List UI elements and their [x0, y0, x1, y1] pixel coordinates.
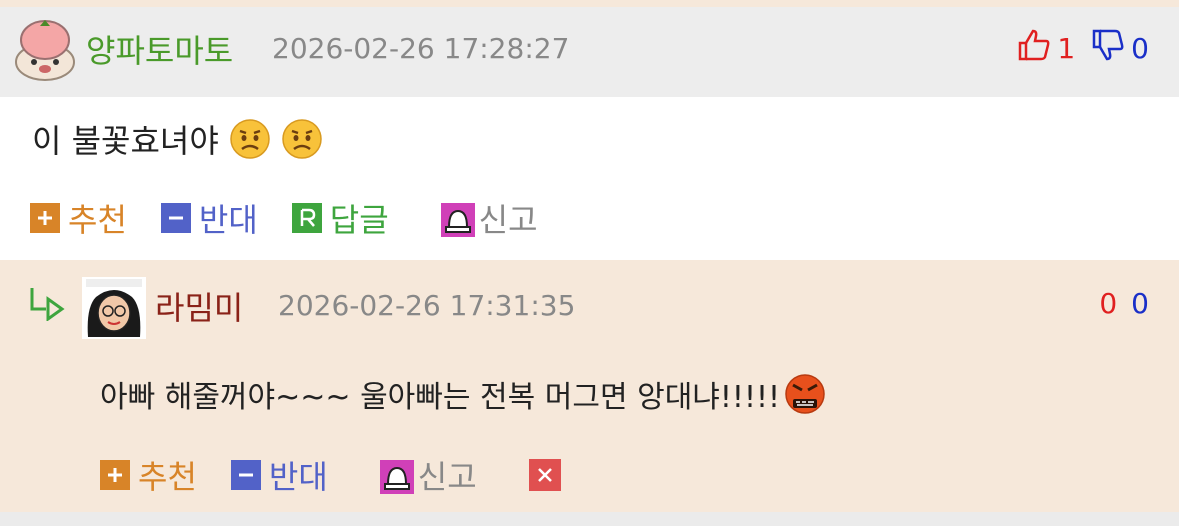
comment-text: 아빠 해줄꺼야~~~ 울아빠는 전복 머그면 앙대냐!!!!! — [100, 380, 781, 415]
reply-arrow-icon — [28, 285, 68, 325]
recommend-button[interactable]: 추천 — [100, 452, 197, 498]
oppose-label: 반대 — [268, 458, 328, 496]
angry-symbols-face-icon — [784, 373, 826, 415]
comment-text-row: 아빠 해줄꺼야~~~ 울아빠는 전복 머그면 앙대냐!!!!! — [100, 372, 826, 416]
recommend-label: 추천 — [138, 458, 197, 496]
plus-icon — [30, 203, 60, 233]
report-button[interactable]: 신고 — [379, 452, 477, 498]
siren-icon — [379, 460, 414, 494]
up-count: 1 — [1057, 32, 1076, 65]
bottom-strip — [0, 512, 1179, 526]
down-count: 0 — [1131, 32, 1149, 65]
up-count[interactable]: 0 — [1099, 287, 1117, 320]
delete-button[interactable] — [528, 459, 569, 491]
avatar[interactable] — [14, 18, 76, 82]
worried-face-icon — [229, 118, 271, 160]
top-strip — [0, 0, 1179, 7]
nickname[interactable]: 양파토마토 — [86, 26, 233, 72]
nickname[interactable]: 라밈미 — [155, 283, 243, 329]
vote-counts: 1 0 — [1017, 28, 1149, 69]
thumbs-up-icon[interactable] — [1017, 28, 1051, 69]
comment-text: 이 불꽃효녀야 — [32, 122, 219, 160]
report-label: 신고 — [478, 201, 538, 239]
avatar[interactable] — [82, 277, 146, 339]
comment-actions: 추천 반대 신고 — [100, 452, 603, 498]
comment-text-row: 이 불꽃효녀야 — [32, 116, 323, 162]
recommend-label: 추천 — [68, 201, 127, 239]
recommend-button[interactable]: 추천 — [30, 195, 127, 241]
reply-label: 답글 — [329, 201, 389, 239]
report-label: 신고 — [417, 458, 477, 496]
oppose-button[interactable]: 반대 — [160, 195, 258, 241]
comment-date: 2026-02-26 17:31:35 — [278, 289, 576, 322]
oppose-label: 반대 — [198, 201, 258, 239]
reply-r-icon — [291, 203, 322, 233]
minus-icon — [160, 203, 191, 233]
thumbs-down-icon[interactable] — [1091, 28, 1125, 69]
worried-face-icon — [281, 118, 323, 160]
close-icon — [528, 459, 561, 491]
reply-button[interactable]: 답글 — [291, 195, 389, 241]
oppose-button[interactable]: 반대 — [230, 452, 328, 498]
comment-actions: 추천 반대 답글 신고 — [30, 195, 572, 241]
siren-icon — [440, 203, 475, 237]
down-count[interactable]: 0 — [1131, 287, 1149, 320]
plus-icon — [100, 460, 130, 490]
comment-date: 2026-02-26 17:28:27 — [272, 32, 570, 65]
report-button[interactable]: 신고 — [440, 195, 538, 241]
vote-counts: 0 0 — [1099, 287, 1149, 320]
minus-icon — [230, 460, 261, 490]
